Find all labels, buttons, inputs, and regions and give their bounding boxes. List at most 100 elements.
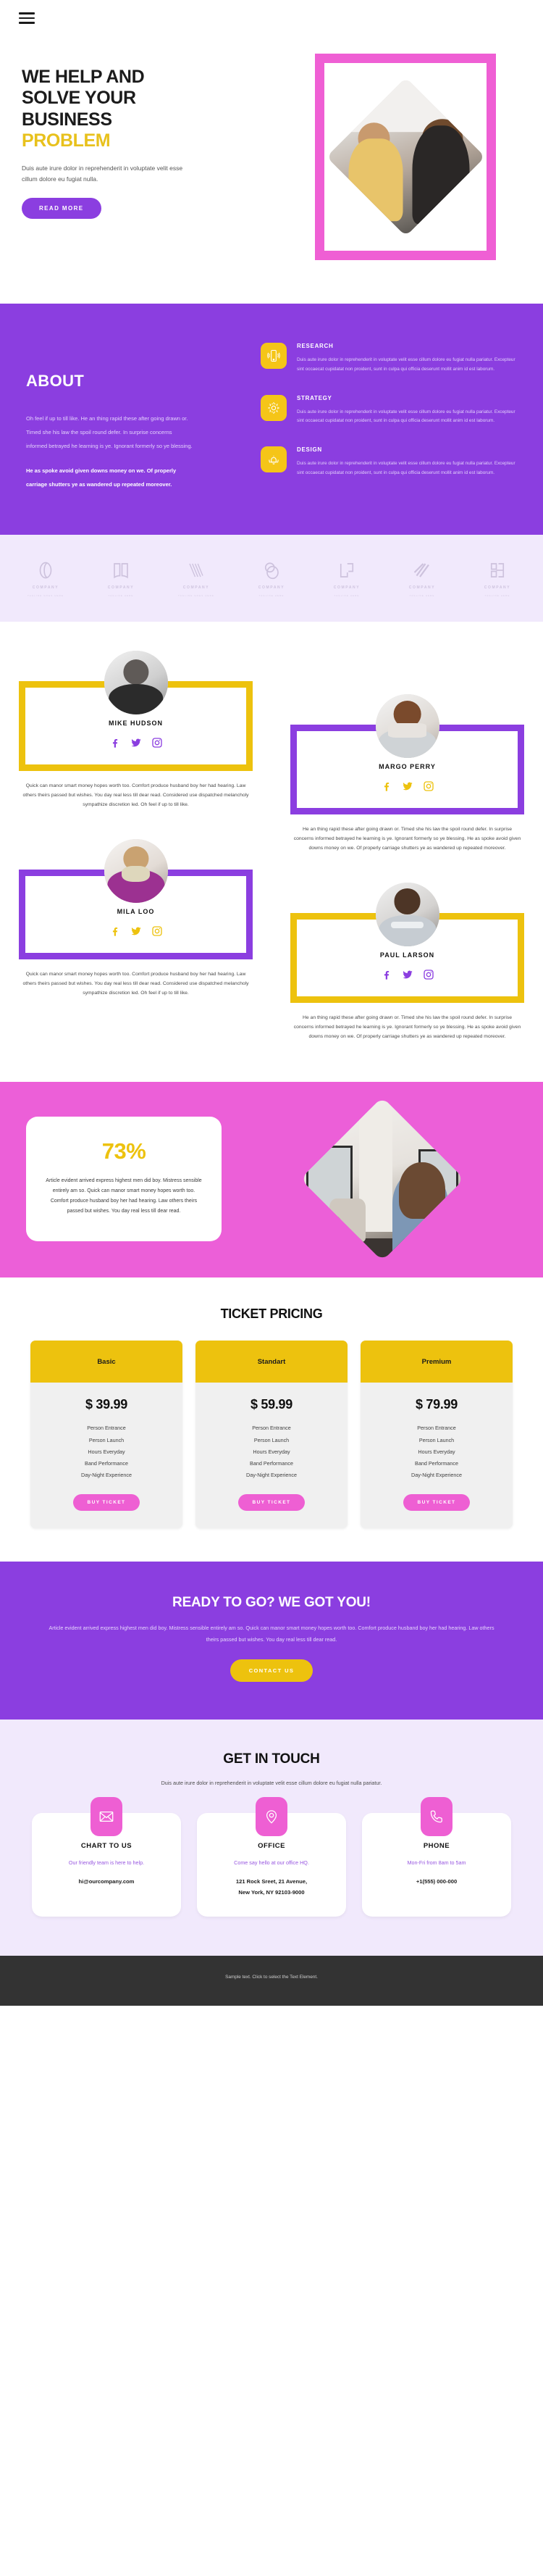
stats-section: 73% Article evident arrived express high… xyxy=(0,1082,543,1278)
team-section: MIKE HUDSON Quick can manor smart money … xyxy=(0,621,543,1083)
logo-book-mark xyxy=(114,563,128,579)
twitter-icon[interactable] xyxy=(130,925,142,937)
client-logo-7: COMPANY TAGLINE HERE xyxy=(472,559,523,597)
site-header xyxy=(0,0,543,36)
service-title: STRATEGY xyxy=(297,394,332,401)
stats-diamond-image xyxy=(300,1097,465,1262)
hero-diamond-image xyxy=(326,78,485,237)
read-more-button[interactable]: READ MORE xyxy=(22,197,101,219)
hero-title-line-3: BUSINESS xyxy=(22,109,112,130)
hero-title-line-1: WE HELP AND xyxy=(22,67,145,87)
hamburger-icon[interactable] xyxy=(19,12,35,24)
contact-card-value[interactable]: +1(555) 000-000 xyxy=(372,1876,501,1887)
stat-card: 73% Article evident arrived express high… xyxy=(26,1117,222,1242)
logo-squares-mark xyxy=(340,563,354,578)
plan-feature: Hours Everyday xyxy=(253,1448,290,1455)
team-member-description: He an thing rapid these after going draw… xyxy=(293,1014,521,1040)
instagram-icon[interactable] xyxy=(423,969,434,980)
logo-oval-mark xyxy=(39,562,52,579)
plan-feature: Person Launch xyxy=(88,1436,125,1443)
contact-card-value: 121 Rock Sreet, 21 Avenue, New York, NY … xyxy=(235,1878,308,1896)
plan-feature: Hours Everyday xyxy=(418,1448,455,1455)
buy-ticket-button[interactable]: BUY TICKET xyxy=(237,1494,306,1512)
map-pin-icon xyxy=(256,1796,287,1836)
about-section: ABOUT Oh feel if up to till like. He an … xyxy=(0,304,543,535)
team-member-name: PAUL LARSON xyxy=(379,951,435,959)
cta-text: Article evident arrived express highest … xyxy=(49,1625,494,1643)
team-card-mila-loo: MILA LOO Quick can manor smart money hop… xyxy=(19,838,253,999)
service-item-strategy: STRATEGY Duis aute irure dolor in repreh… xyxy=(261,394,521,427)
buy-ticket-button[interactable]: BUY TICKET xyxy=(403,1494,471,1512)
social-links xyxy=(381,780,434,792)
client-logo-3: COMPANY TAGLINE GOES HERE xyxy=(171,559,222,597)
buy-ticket-button[interactable]: BUY TICKET xyxy=(72,1494,140,1512)
plan-features: Person Entrance Person Launch Hours Ever… xyxy=(369,1422,504,1481)
team-card-paul-larson: PAUL LARSON He an thing rapid these afte… xyxy=(290,882,524,1042)
client-logo-1: COMPANY TAGLINE GOES HERE xyxy=(20,559,71,597)
plan-name: Basic xyxy=(97,1357,116,1366)
twitter-icon[interactable] xyxy=(130,737,142,749)
pricing-card-standart: Standart $ 59.99 Person Entrance Person … xyxy=(195,1341,348,1529)
page-title: WE HELP AND SOLVE YOUR BUSINESS PROBLEM xyxy=(22,67,246,151)
instagram-icon[interactable] xyxy=(151,925,163,937)
plan-features: Person Entrance Person Launch Hours Ever… xyxy=(204,1422,339,1481)
envelope-icon xyxy=(90,1796,122,1836)
team-member-name: MARGO PERRY xyxy=(379,762,436,770)
team-card-mike-hudson: MIKE HUDSON Quick can manor smart money … xyxy=(19,650,253,810)
pricing-card-basic: Basic $ 39.99 Person Entrance Person Lau… xyxy=(30,1341,182,1529)
avatar xyxy=(104,650,168,714)
services-list: RESEARCH Duis aute irure dolor in repreh… xyxy=(261,337,543,499)
plan-feature: Person Launch xyxy=(253,1436,290,1443)
avatar xyxy=(375,693,439,758)
footer-text[interactable]: Sample text. Click to select the Text El… xyxy=(0,1975,543,1980)
facebook-icon[interactable] xyxy=(381,780,392,792)
site-footer: Sample text. Click to select the Text El… xyxy=(0,1956,543,2006)
facebook-icon[interactable] xyxy=(109,737,121,749)
social-links xyxy=(109,737,163,749)
team-member-name: MILA LOO xyxy=(117,907,155,915)
instagram-icon[interactable] xyxy=(423,780,434,792)
contact-card-title: PHONE xyxy=(423,1841,450,1850)
logo-v-lines-mark xyxy=(189,563,203,578)
team-member-description: Quick can manor smart money hopes worth … xyxy=(22,783,249,808)
instagram-icon[interactable] xyxy=(151,737,163,749)
service-title: RESEARCH xyxy=(297,343,334,349)
about-paragraph-bold: He as spoke avoid given downs money on w… xyxy=(26,467,177,488)
plan-feature: Day-Night Experience xyxy=(81,1472,132,1479)
hero-copy: WE HELP AND SOLVE YOUR BUSINESS PROBLEM … xyxy=(0,49,268,219)
plan-feature: Hours Everyday xyxy=(88,1448,125,1455)
twitter-icon[interactable] xyxy=(402,969,413,980)
avatar xyxy=(104,838,168,903)
contact-section: GET IN TOUCH Duis aute irure dolor in re… xyxy=(0,1719,543,1956)
plan-features: Person Entrance Person Launch Hours Ever… xyxy=(39,1422,174,1481)
service-item-design: DESIGN Duis aute irure dolor in reprehen… xyxy=(261,446,521,478)
landing-page: WE HELP AND SOLVE YOUR BUSINESS PROBLEM … xyxy=(0,0,543,2006)
contact-title: GET IN TOUCH xyxy=(223,1751,320,1767)
about-title: ABOUT xyxy=(26,372,85,390)
plan-feature: Person Entrance xyxy=(417,1425,456,1432)
plan-feature: Band Performance xyxy=(250,1459,293,1467)
twitter-icon[interactable] xyxy=(402,780,413,792)
mobile-phone-icon xyxy=(261,343,287,369)
about-paragraph: Oh feel if up to till like. He an thing … xyxy=(26,415,193,449)
contact-card-description: Our friendly team is here to help. xyxy=(68,1859,145,1866)
plan-price: $ 79.99 xyxy=(416,1397,458,1412)
hero-section: WE HELP AND SOLVE YOUR BUSINESS PROBLEM … xyxy=(0,36,543,304)
facebook-icon[interactable] xyxy=(109,925,121,937)
contact-card-description: Come say hello at our office HQ. xyxy=(234,1859,309,1866)
cta-section: READY TO GO? WE GOT YOU! Article evident… xyxy=(0,1562,543,1720)
team-column-left: MIKE HUDSON Quick can manor smart money … xyxy=(0,650,272,1061)
bell-icon xyxy=(261,446,287,473)
contact-card-description: Mon-Fri from 8am to 5am xyxy=(407,1859,466,1866)
client-logo-4: COMPANY TAGLINE HERE xyxy=(246,559,297,597)
plan-feature: Band Performance xyxy=(415,1459,458,1467)
contact-card-phone: PHONE Mon-Fri from 8am to 5am +1(555) 00… xyxy=(362,1796,511,1917)
cta-title: READY TO GO? WE GOT YOU! xyxy=(172,1595,371,1611)
facebook-icon[interactable] xyxy=(381,969,392,980)
service-title: DESIGN xyxy=(297,446,322,454)
stats-image-area xyxy=(222,1097,543,1262)
gear-icon xyxy=(261,394,287,421)
service-text: Duis aute irure dolor in reprehenderit i… xyxy=(297,409,515,424)
contact-card-value[interactable]: hi@ourcompany.com xyxy=(42,1876,171,1887)
contact-us-button[interactable]: CONTACT US xyxy=(230,1659,313,1682)
